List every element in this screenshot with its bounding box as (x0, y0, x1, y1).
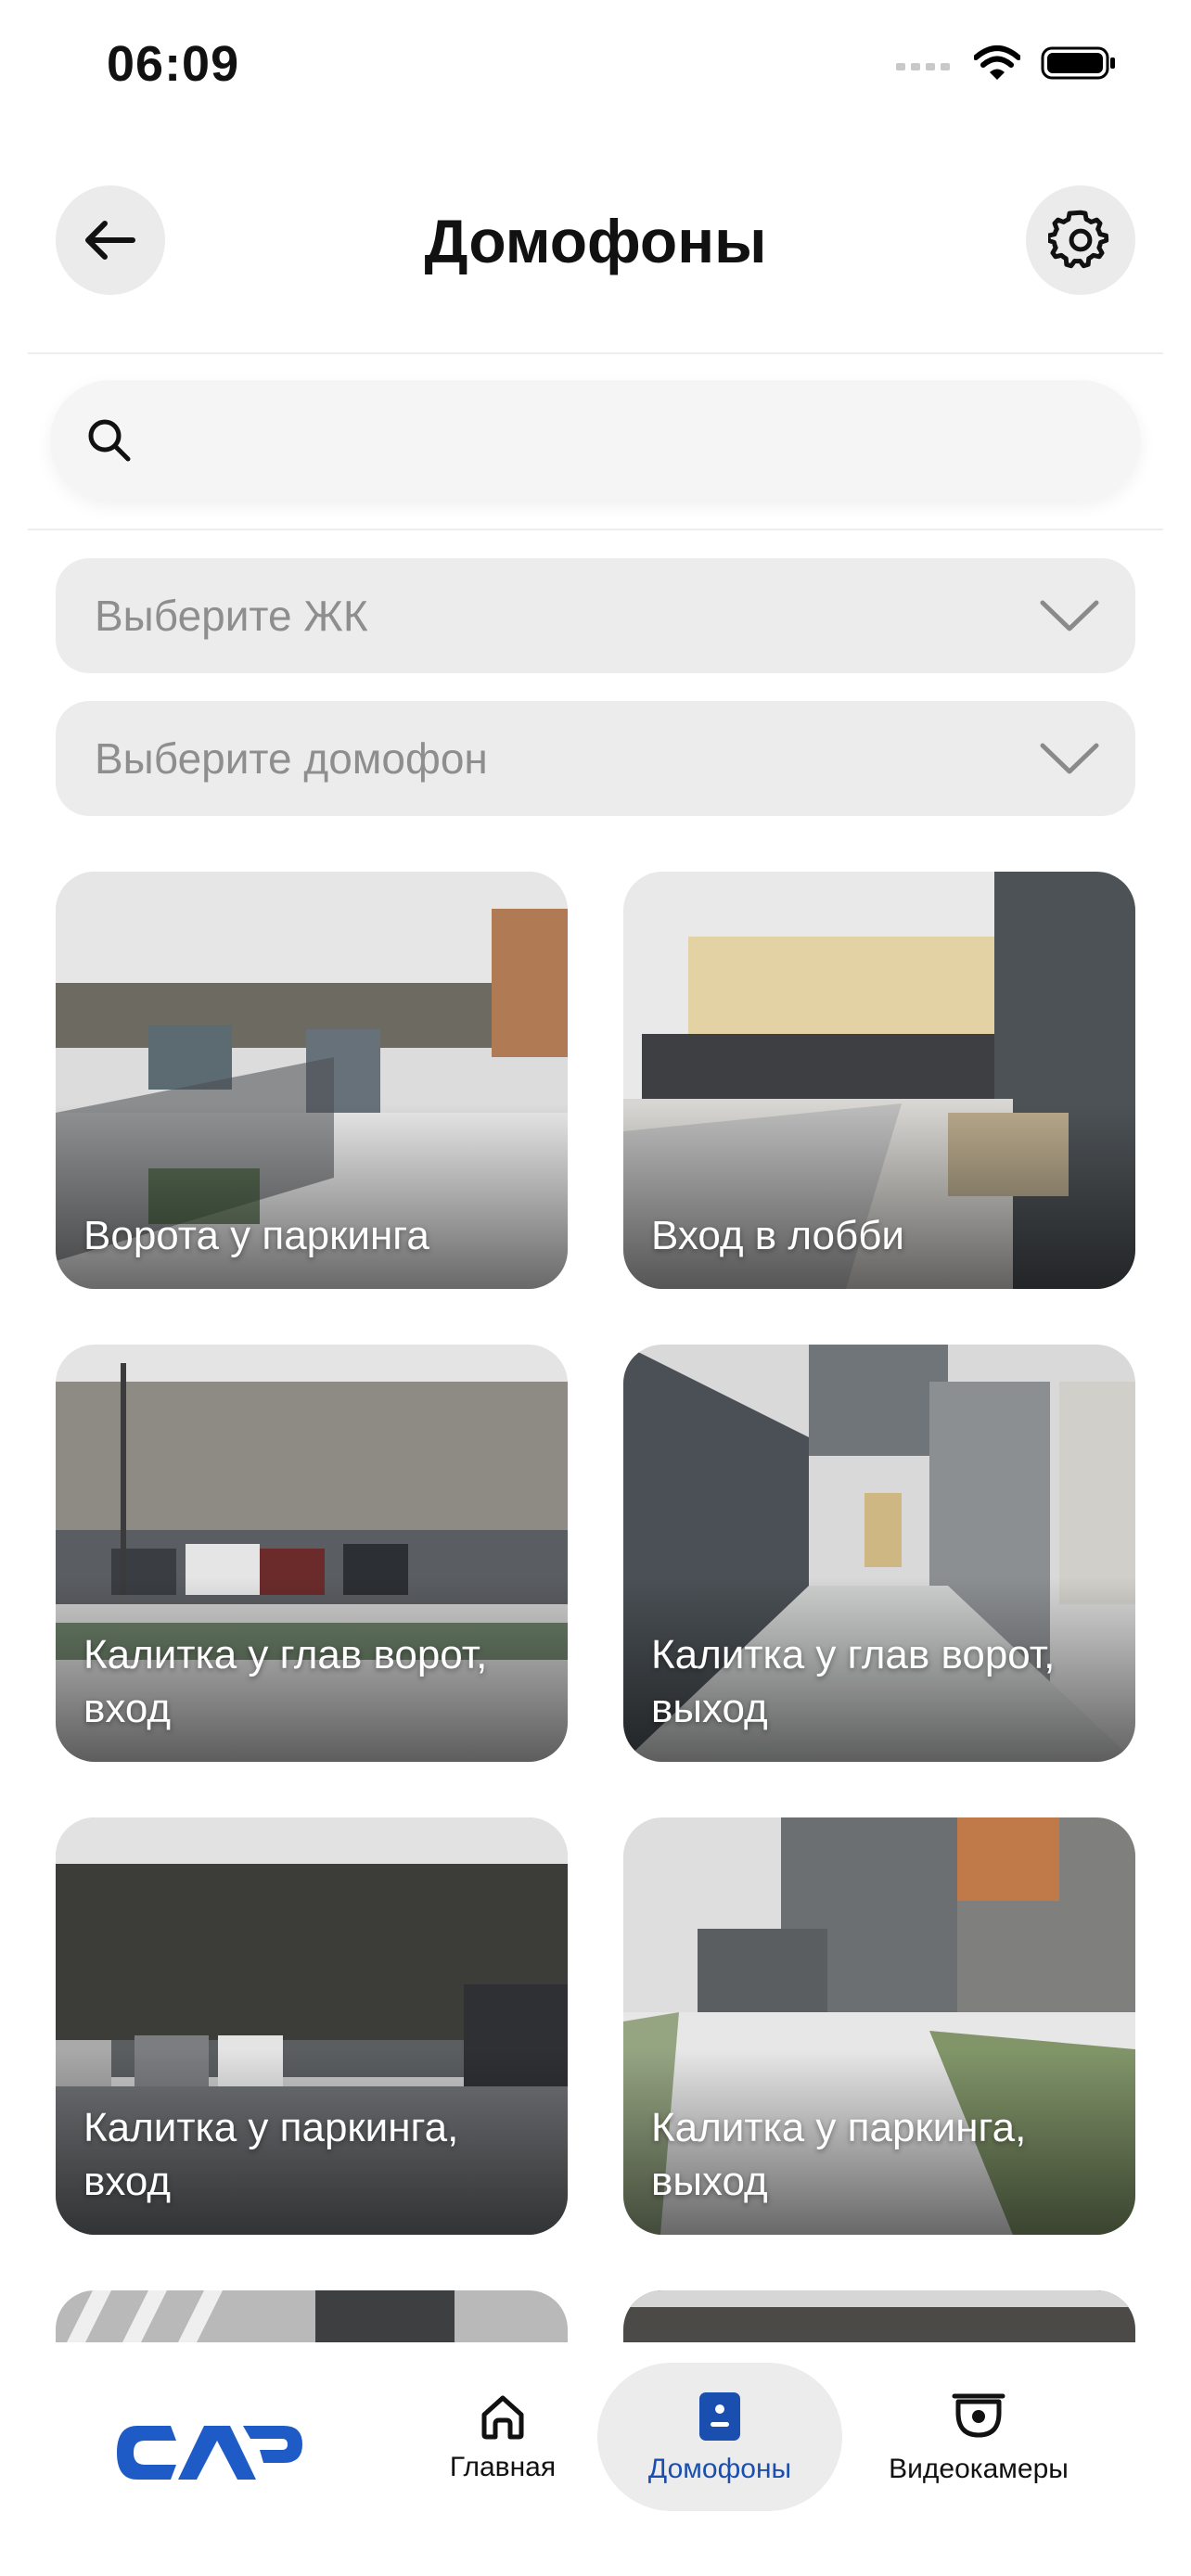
intercom-select[interactable]: Выберите домофон (56, 701, 1135, 816)
camera-card[interactable]: Калитка у глав ворот, выход (623, 1345, 1135, 1762)
camera-card-partial[interactable] (56, 2290, 568, 2346)
camera-card-partial[interactable] (623, 2290, 1135, 2346)
complex-select[interactable]: Выберите ЖК (56, 558, 1135, 673)
intercom-select-label: Выберите домофон (95, 734, 488, 783)
nav-intercoms[interactable]: Домофоны (597, 2363, 842, 2511)
search-icon (88, 419, 131, 462)
nav-intercoms-label: Домофоны (647, 2454, 792, 2484)
camera-snapshot (56, 2290, 568, 2346)
camera-card[interactable]: Калитка у паркинга, вход (56, 1817, 568, 2235)
search-input[interactable] (161, 417, 1089, 464)
gear-icon (1048, 210, 1109, 269)
camera-label: Калитка у глав ворот, вход (83, 1632, 488, 1731)
sar-logo-icon (117, 2426, 302, 2480)
camera-label: Калитка у паркинга, выход (651, 2105, 1027, 2204)
camera-card[interactable]: Вход в лобби (623, 872, 1135, 1289)
status-bar: 06:09 (0, 0, 1191, 139)
search-divider (28, 529, 1163, 530)
camera-card[interactable]: Калитка у глав ворот, вход (56, 1345, 568, 1762)
search-bar[interactable] (50, 380, 1141, 501)
header: Домофоны (0, 185, 1191, 299)
complex-select-label: Выберите ЖК (95, 592, 368, 640)
nav-home[interactable]: Главная (438, 2363, 568, 2511)
camera-card[interactable]: Калитка у паркинга, выход (623, 1817, 1135, 2235)
settings-button[interactable] (1026, 185, 1135, 295)
camera-snapshot (623, 2290, 1135, 2346)
camera-card[interactable]: Ворота у паркинга (56, 872, 568, 1289)
intercom-icon (699, 2392, 740, 2441)
nav-cameras-label: Видеокамеры (889, 2454, 1069, 2484)
status-time: 06:09 (107, 36, 240, 92)
header-divider (28, 352, 1163, 354)
app-logo (111, 2420, 308, 2490)
bottom-nav: Главная Домофоны Видеокамеры (0, 2342, 1191, 2576)
camera-label: Калитка у паркинга, вход (83, 2105, 459, 2204)
status-icons (896, 45, 1117, 82)
battery-icon (1041, 46, 1115, 80)
page-title: Домофоны (424, 207, 767, 275)
camera-label: Ворота у паркинга (83, 1213, 429, 1258)
chevron-down-icon (1040, 743, 1099, 774)
nav-cameras[interactable]: Видеокамеры (872, 2363, 1085, 2511)
cellular-signal-icon (896, 63, 950, 70)
home-icon (481, 2395, 524, 2440)
camera-label: Калитка у глав ворот, выход (651, 1632, 1056, 1731)
cctv-camera-icon (952, 2393, 1005, 2438)
camera-label: Вход в лобби (651, 1213, 904, 1258)
chevron-down-icon (1040, 600, 1099, 631)
wifi-icon (974, 45, 1020, 80)
nav-home-label: Главная (449, 2452, 557, 2482)
